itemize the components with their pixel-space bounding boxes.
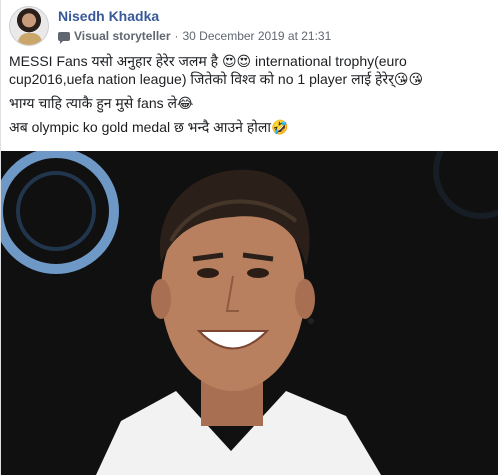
post-meta: Visual storyteller · 30 December 2019 at… (58, 29, 332, 44)
meta-separator: · (174, 29, 179, 43)
author-avatar[interactable] (9, 6, 49, 46)
post-photo-image (1, 151, 498, 475)
facebook-post: Nisedh Khadka Visual storyteller · 30 De… (0, 0, 498, 475)
speech-bubble-icon (58, 31, 70, 44)
post-timestamp[interactable]: 30 December 2019 at 21:31 (183, 29, 332, 43)
post-text: MESSI Fans यसो अनुहार हेरेर जलम है 😍😍 in… (9, 52, 491, 142)
post-header: Nisedh Khadka Visual storyteller · 30 De… (9, 6, 489, 46)
post-line-2: भाग्य चाहि त्याकै हुन मुसे fans ले😂 (9, 95, 194, 111)
author-role: Visual storyteller (74, 29, 171, 43)
post-photo[interactable] (1, 151, 498, 475)
author-name[interactable]: Nisedh Khadka (58, 8, 159, 24)
post-line-1: MESSI Fans यसो अनुहार हेरेर जलम है 😍😍 in… (9, 53, 424, 87)
post-line-3: अब olympic ko gold medal छ भन्दै आउने हो… (9, 119, 289, 135)
